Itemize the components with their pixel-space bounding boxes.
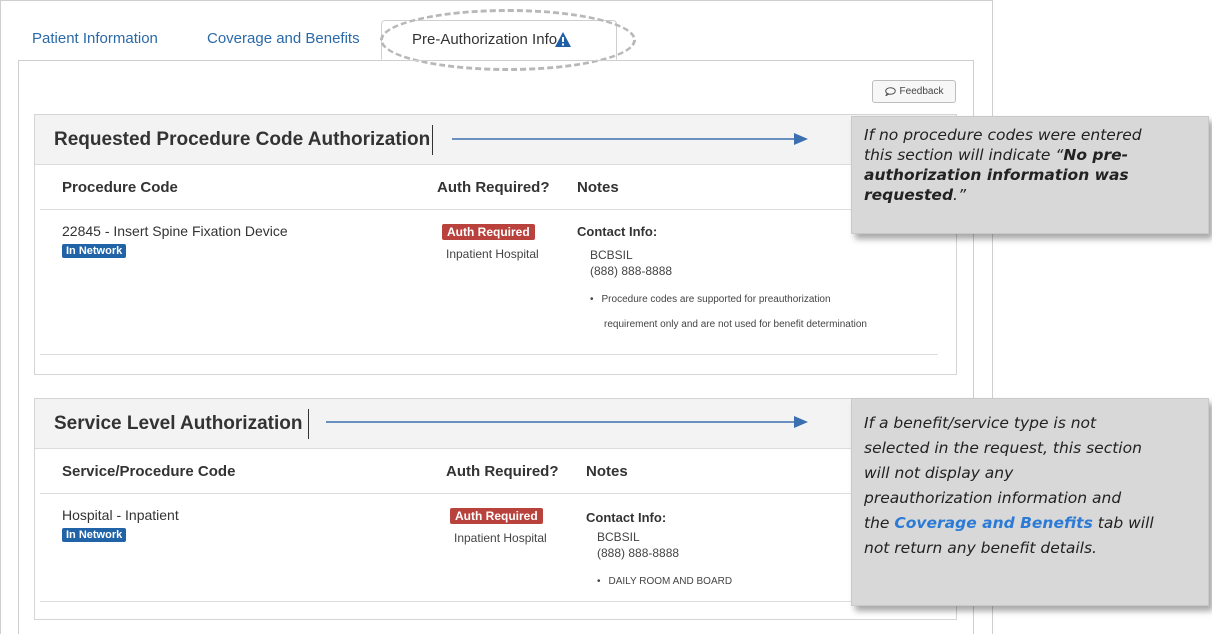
col-service-procedure-code: Service/Procedure Code [62,463,236,480]
row-divider [40,601,938,602]
contact-name: BCBSIL [590,248,633,262]
note-procedure-line1: Procedure codes are supported for preaut… [590,294,831,305]
col-notes: Notes [577,179,619,196]
tab-patient-information[interactable]: Patient Information [32,30,158,47]
col-notes: Notes [586,463,628,480]
service-panel-title: Service Level Authorization [54,412,303,434]
row-divider [40,354,938,355]
text-cursor-marker [308,408,310,439]
contact-phone: (888) 888-8888 [597,546,680,560]
callout1-line3: authorization information was [864,166,1129,184]
callout2-line5: the Coverage and Benefits tab will [864,514,1154,532]
in-network-badge: In Network [62,528,127,542]
callout2-line6: not return any benefit details. [864,539,1097,557]
arrow-to-callout-2 [326,416,808,428]
service-level-panel: Service Level Authorization Service/Proc… [34,398,957,620]
contact-phone: (888) 888-8888 [590,264,673,278]
arrow-to-callout-1 [452,133,808,145]
note-service: DAILY ROOM AND BOARD [597,576,733,587]
annotation-callout-procedure: If no procedure codes were entered this … [851,116,1209,234]
contact-info-label: Contact Info: [577,224,658,239]
feedback-button[interactable]: Feedback [872,80,956,103]
text-cursor-marker [432,124,434,155]
procedure-code-panel: Requested Procedure Code Authorization P… [34,114,957,375]
auth-setting: Inpatient Hospital [446,247,539,261]
tab-pre-authorization-info[interactable]: Pre-Authorization Info [381,20,617,60]
callout1-line4: requested.” [864,186,967,204]
callout2-line2: selected in the request, this section [864,439,1142,457]
callout2-line3: will not display any [864,464,1014,482]
feedback-label: Feedback [899,86,944,97]
contact-name: BCBSIL [597,530,640,544]
tab-coverage-and-benefits[interactable]: Coverage and Benefits [207,30,360,47]
annotation-callout-service: If a benefit/service type is not selecte… [851,398,1209,606]
col-procedure-code: Procedure Code [62,179,178,196]
header-divider [40,493,938,494]
callout2-line4: preauthorization information and [864,489,1122,507]
note-procedure-line2: requirement only and are not used for be… [604,319,867,330]
in-network-badge: In Network [62,244,127,258]
service-code-value: Hospital - Inpatient [62,507,179,523]
callout1-line2: this section will indicate “No pre- [864,146,1129,164]
auth-required-badge: Auth Required [450,508,543,524]
procedure-panel-title: Requested Procedure Code Authorization [54,128,431,150]
tab-pre-authorization-label: Pre-Authorization Info [412,31,558,48]
auth-setting: Inpatient Hospital [454,531,547,545]
col-auth-required: Auth Required? [437,179,550,196]
auth-required-badge: Auth Required [442,224,535,240]
callout2-line1: If a benefit/service type is not [864,414,1097,432]
col-auth-required: Auth Required? [446,463,559,480]
header-divider [40,209,938,210]
speech-bubble-icon [884,87,896,96]
coverage-benefits-link[interactable]: Coverage and Benefits [894,514,1092,532]
contact-info-label: Contact Info: [586,510,667,525]
procedure-code-value: 22845 - Insert Spine Fixation Device [62,223,288,239]
callout1-line1: If no procedure codes were entered [864,126,1142,144]
warning-triangle-icon [555,32,571,47]
